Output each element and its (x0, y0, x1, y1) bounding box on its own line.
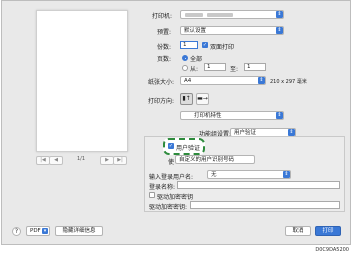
pages-to-label: 至: (230, 66, 239, 73)
page-preview (36, 10, 128, 152)
pages-all-radio[interactable] (182, 55, 188, 61)
printer-select[interactable]: ⇕ (180, 10, 284, 19)
printer-name-redacted (207, 13, 233, 17)
pdf-label: PDF (30, 228, 41, 234)
chevron-updown-icon: ⇕ (288, 129, 295, 136)
figure-caption: D0C9DA5200 (315, 247, 349, 253)
login-user-label: 登录名称: (149, 184, 176, 191)
pages-from-label: 从: (190, 66, 199, 73)
first-page-button[interactable]: |◀ (36, 156, 50, 165)
chevron-updown-icon: ⇕ (276, 112, 283, 119)
portrait-button[interactable]: ▮↑ (180, 93, 193, 105)
orientation-label: 打印方向: (148, 98, 175, 105)
print-dialog: |◀ ◀ 1/1 ▶ ▶| 打印机: ⇕ 预置: 默认设置 ⇕ 份数: 1 ✓ … (1, 0, 351, 245)
pdf-menu-button[interactable]: PDF ▾ (26, 226, 50, 236)
pages-all-label: 全部 (190, 56, 203, 63)
input-name-select[interactable]: 无 ⇕ (207, 170, 291, 179)
auth-popup-prefix: 使 (168, 159, 175, 166)
user-auth-checkbox[interactable]: ✓ (168, 143, 174, 149)
paper-size-value: A4 (184, 78, 192, 84)
paper-dimensions: 210 x 297 毫米 (270, 79, 307, 85)
print-button[interactable]: 打印 (315, 226, 341, 236)
duplex-checkbox[interactable]: ✓ (202, 42, 208, 48)
input-name-value: 无 (211, 172, 217, 178)
driver-key-label: 驱动加密密钥: (149, 204, 188, 211)
section-value: 打印机特性 (194, 113, 222, 119)
pages-from-input[interactable]: 1 (204, 63, 226, 71)
pages-range-radio[interactable] (182, 65, 188, 71)
auth-mode-value: 自定义的用户识别号码 (179, 157, 235, 163)
copies-label: 份数: (157, 44, 172, 51)
printer-label: 打印机: (152, 13, 173, 20)
previous-page-button[interactable]: ◀ (49, 156, 63, 165)
pages-label: 页数: (157, 56, 172, 63)
copies-input[interactable]: 1 (180, 41, 198, 49)
landscape-button[interactable]: ▬→ (196, 93, 209, 105)
duplex-label: 双面打印 (210, 44, 235, 51)
chevron-updown-icon: ⇕ (258, 77, 265, 84)
paper-size-select[interactable]: A4 ⇕ (180, 76, 266, 85)
help-button[interactable]: ? (12, 227, 21, 236)
driver-key-checkbox[interactable]: ✓ (149, 192, 155, 198)
auth-mode-select[interactable]: 自定义的用户识别号码 (175, 155, 255, 164)
chevron-updown-icon: ⇕ (283, 171, 290, 178)
preset-value: 默认设置 (184, 28, 207, 34)
preset-select[interactable]: 默认设置 ⇕ (180, 26, 284, 35)
preset-label: 预置: (157, 29, 172, 36)
cancel-button[interactable]: 取消 (285, 226, 311, 236)
driver-key-checkbox-label: 驱动加密密钥 (157, 194, 194, 201)
hide-details-button[interactable]: 隐藏详细信息 (55, 226, 103, 236)
login-user-input[interactable] (177, 181, 340, 189)
pages-to-input[interactable]: 1 (244, 63, 266, 71)
chevron-updown-icon: ⇕ (276, 27, 283, 34)
driver-key-input[interactable] (190, 201, 340, 209)
section-select[interactable]: 打印机特性 ⇕ (180, 111, 284, 120)
user-auth-label: 用户验证 (176, 145, 201, 152)
page-count: 1/1 (77, 156, 86, 162)
chevron-updown-icon: ⇕ (276, 11, 283, 18)
last-page-button[interactable]: ▶| (113, 156, 127, 165)
next-page-button[interactable]: ▶ (100, 156, 114, 165)
chevron-down-icon: ▾ (42, 228, 48, 234)
printer-name-redacted (185, 13, 203, 17)
paper-size-label: 纸张大小: (148, 79, 175, 86)
input-name-label: 输入登录用户名: (149, 174, 194, 181)
